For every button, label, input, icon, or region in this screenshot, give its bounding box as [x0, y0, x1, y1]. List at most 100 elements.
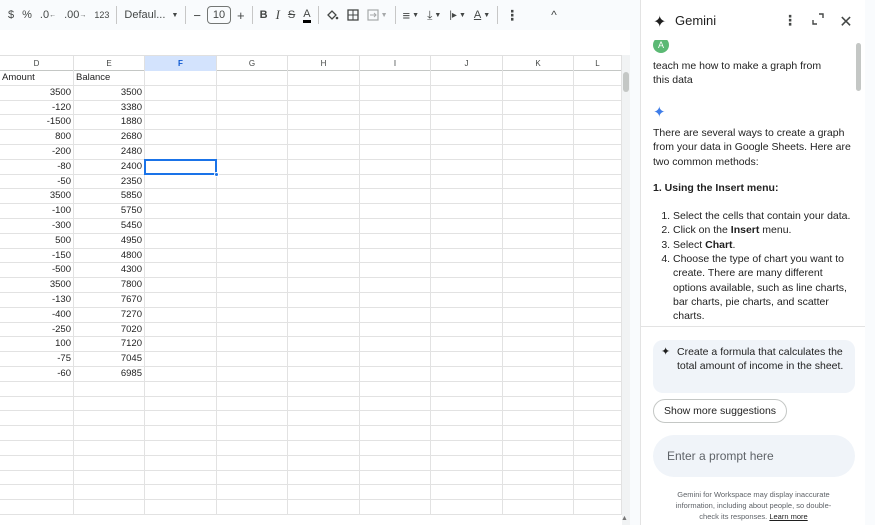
bold-button[interactable]: B — [256, 4, 272, 26]
cell[interactable] — [288, 485, 360, 500]
cell[interactable] — [360, 337, 431, 352]
cell[interactable] — [288, 189, 360, 204]
cell[interactable] — [503, 115, 574, 130]
column-header-d[interactable]: D — [0, 56, 74, 71]
cell[interactable] — [574, 352, 622, 366]
cell[interactable] — [360, 426, 431, 440]
cell[interactable] — [360, 144, 431, 159]
cell[interactable] — [503, 337, 574, 352]
cell[interactable] — [360, 366, 431, 381]
cell[interactable] — [574, 174, 622, 189]
cell[interactable] — [503, 322, 574, 337]
cell[interactable] — [360, 292, 431, 307]
cell[interactable] — [503, 263, 574, 278]
collapse-toolbar-button[interactable]: ^ — [547, 4, 561, 26]
cell[interactable] — [217, 470, 288, 485]
cell[interactable] — [288, 100, 360, 115]
increase-decimal-button[interactable]: .00 → — [60, 4, 90, 26]
cell[interactable]: Amount — [0, 71, 74, 85]
cell[interactable] — [431, 426, 503, 440]
cell[interactable]: -1500 — [0, 115, 74, 130]
cell[interactable] — [74, 381, 145, 396]
cell[interactable] — [431, 233, 503, 248]
column-header-g[interactable]: G — [217, 56, 288, 71]
cell[interactable] — [217, 71, 288, 85]
cell[interactable] — [431, 455, 503, 470]
cell[interactable] — [431, 204, 503, 218]
cell[interactable] — [503, 381, 574, 396]
cell[interactable] — [0, 440, 74, 455]
cell[interactable] — [217, 85, 288, 100]
cell[interactable] — [360, 174, 431, 189]
cell[interactable] — [145, 278, 217, 292]
cell[interactable] — [0, 500, 74, 514]
cell[interactable] — [145, 85, 217, 100]
cell[interactable] — [145, 440, 217, 455]
cell[interactable] — [217, 307, 288, 322]
cell[interactable] — [574, 485, 622, 500]
cell[interactable] — [503, 218, 574, 233]
cell[interactable] — [503, 278, 574, 292]
font-family-select[interactable]: Defaul... ▼ — [120, 4, 182, 26]
cell[interactable] — [288, 278, 360, 292]
column-header-f[interactable]: F — [145, 56, 217, 71]
cell[interactable] — [360, 500, 431, 514]
cell[interactable]: -60 — [0, 366, 74, 381]
cell[interactable] — [503, 352, 574, 366]
cell[interactable] — [145, 204, 217, 218]
cell[interactable]: -150 — [0, 248, 74, 263]
cell[interactable] — [145, 189, 217, 204]
cell[interactable] — [217, 278, 288, 292]
cell[interactable]: 4800 — [74, 248, 145, 263]
cell[interactable] — [360, 233, 431, 248]
cell[interactable] — [431, 352, 503, 366]
cell[interactable]: 2400 — [74, 159, 145, 174]
cell[interactable]: -200 — [0, 144, 74, 159]
cell[interactable]: 3500 — [0, 278, 74, 292]
cell[interactable] — [431, 85, 503, 100]
cell[interactable] — [360, 440, 431, 455]
cell[interactable] — [217, 248, 288, 263]
cell[interactable] — [0, 455, 74, 470]
column-header-e[interactable]: E — [74, 56, 145, 71]
vertical-scrollbar[interactable] — [622, 55, 630, 525]
cell[interactable] — [288, 233, 360, 248]
cell[interactable] — [574, 248, 622, 263]
cell[interactable] — [360, 130, 431, 144]
cell[interactable] — [288, 366, 360, 381]
currency-format-button[interactable]: $ — [4, 4, 18, 26]
cell[interactable] — [288, 455, 360, 470]
cell[interactable] — [0, 411, 74, 426]
cell[interactable] — [503, 189, 574, 204]
fill-handle[interactable] — [214, 171, 219, 177]
cell[interactable] — [431, 381, 503, 396]
cell[interactable] — [145, 411, 217, 426]
text-color-button[interactable]: A — [299, 4, 314, 26]
cell[interactable] — [288, 396, 360, 411]
cell[interactable]: -75 — [0, 352, 74, 366]
column-header-h[interactable]: H — [288, 56, 360, 71]
cell[interactable] — [574, 455, 622, 470]
cell[interactable] — [574, 440, 622, 455]
cell[interactable] — [431, 278, 503, 292]
cell[interactable] — [74, 440, 145, 455]
cell[interactable] — [360, 381, 431, 396]
cell[interactable] — [431, 189, 503, 204]
cell[interactable] — [431, 396, 503, 411]
cell[interactable] — [360, 485, 431, 500]
cell[interactable] — [503, 500, 574, 514]
cell[interactable] — [503, 396, 574, 411]
cell[interactable] — [503, 485, 574, 500]
cell[interactable] — [431, 411, 503, 426]
more-formats-button[interactable]: 123 — [90, 4, 113, 26]
cell[interactable] — [217, 204, 288, 218]
cell[interactable] — [574, 189, 622, 204]
cell[interactable] — [217, 263, 288, 278]
cell[interactable] — [145, 174, 217, 189]
cell[interactable]: Balance — [74, 71, 145, 85]
cell[interactable] — [217, 455, 288, 470]
cell[interactable] — [360, 307, 431, 322]
cell[interactable] — [431, 218, 503, 233]
cell[interactable]: 7120 — [74, 337, 145, 352]
column-header-k[interactable]: K — [503, 56, 574, 71]
